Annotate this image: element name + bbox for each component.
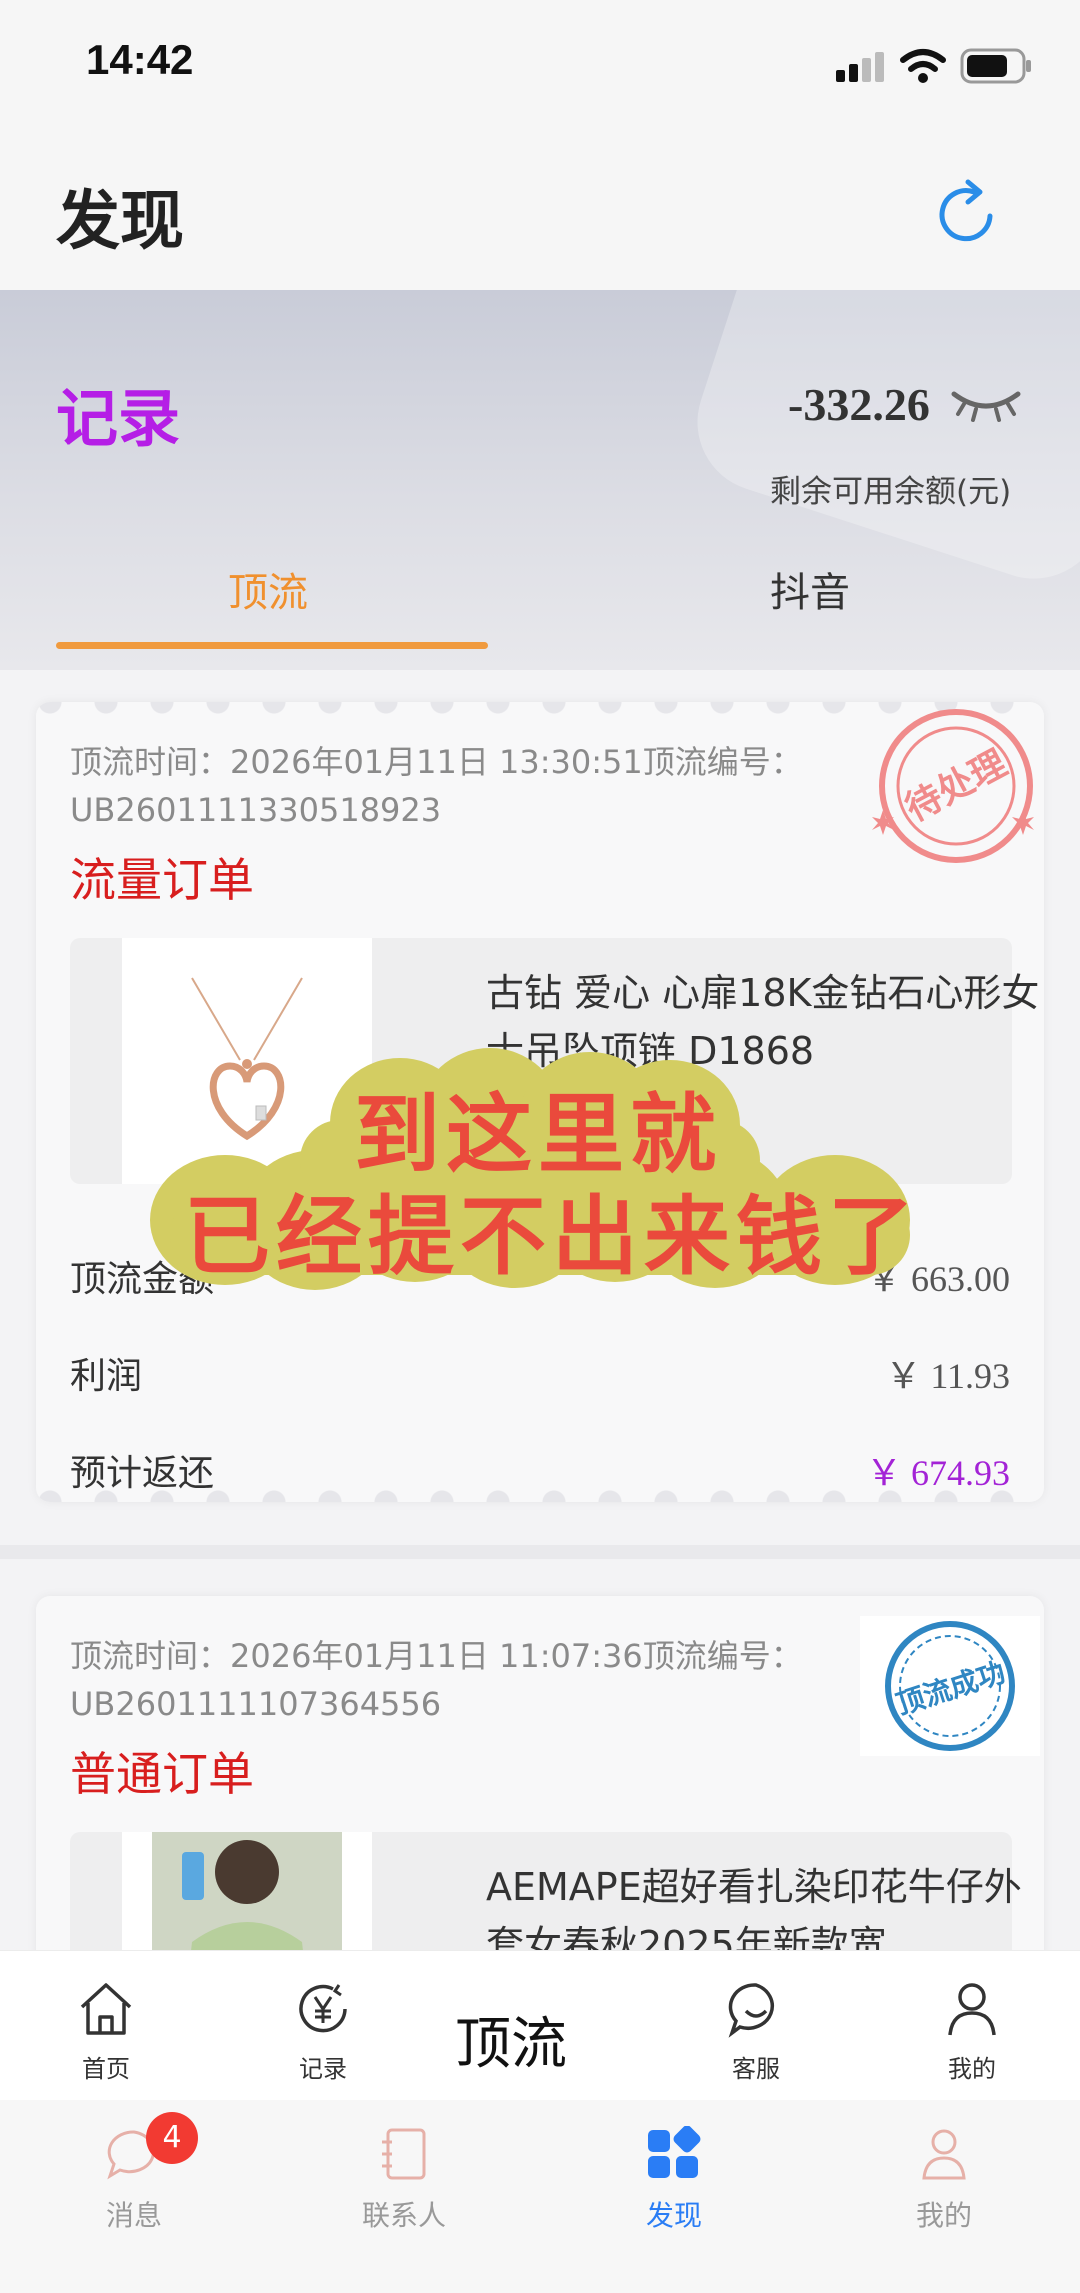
stamp-text: 顶流成功 [892, 1655, 1009, 1721]
order-card[interactable]: 顶流时间：2026年01月11日 13:30:51顶流编号： UB2601111… [36, 702, 1044, 1502]
status-time: 14:42 [86, 36, 194, 83]
battery-icon [960, 48, 1031, 84]
eye-hidden-icon[interactable] [950, 382, 1022, 422]
page-title: 发现 [56, 185, 184, 259]
signal-icon [836, 52, 884, 82]
tab-service-label: 客服 [732, 2055, 780, 2083]
home-icon [80, 1983, 132, 2035]
status-bar: 14:42 [0, 0, 1080, 130]
product-title: 古钻 爱心 心扉18K金钻石心形女士吊坠项链 D1868 [486, 971, 1040, 1073]
tab-contacts[interactable]: 联系人 [324, 2126, 484, 2234]
chat-smile-icon [728, 1983, 774, 2038]
balance-amount: -332.26 [788, 379, 930, 430]
success-stamp-icon: 顶流成功 [885, 1621, 1015, 1751]
stamp-text: 待处理 [899, 743, 1014, 830]
message-badge: 4 [146, 2112, 198, 2164]
tab-discover[interactable]: 发现 [594, 2125, 754, 2234]
order-type: 流量订单 [70, 853, 254, 907]
order-type: 普通订单 [70, 1747, 254, 1801]
profit-label: 利润 [70, 1356, 143, 1397]
tab-contacts-label: 联系人 [361, 2199, 446, 2232]
amount-label: 顶流金额 [70, 1259, 215, 1300]
tab-me[interactable]: 我的 [864, 2126, 1024, 2234]
divider [0, 1545, 1080, 1559]
profit-value: ￥ 11.93 [885, 1356, 1010, 1396]
refresh-icon[interactable] [934, 178, 1002, 248]
person-icon [922, 2129, 966, 2180]
tab-messages-label: 消息 [105, 2199, 162, 2232]
tab-records-label: 记录 [299, 2055, 347, 2083]
order-number: UB2601111107364556 [70, 1685, 442, 1723]
contacts-icon [382, 2128, 426, 2180]
product-item[interactable]: 古钻 爱心 心扉18K金钻石心形女士吊坠项链 D1868 [70, 938, 1039, 1184]
tab-douyin[interactable]: 抖音 [770, 560, 850, 618]
tab-home-label: 首页 [82, 2055, 130, 2083]
person-icon [948, 1983, 996, 2036]
tab-dingliu[interactable]: 顶流 [228, 560, 308, 618]
active-tab-indicator [56, 642, 488, 649]
order-time: 顶流时间：2026年01月11日 11:07:36顶流编号： [70, 1637, 803, 1675]
product-image-necklace [122, 938, 372, 1184]
yen-record-icon [299, 1984, 347, 2033]
discover-icon [648, 2125, 701, 2178]
tab-messages[interactable]: 4 消息 [54, 2112, 214, 2234]
tab-discover-label: 发现 [645, 2199, 702, 2232]
success-stamp: 顶流成功 [860, 1616, 1040, 1756]
nav-header: 发现 [0, 130, 1080, 290]
tab-service[interactable]: 客服 [686, 1979, 826, 2084]
tab-dingliu-center[interactable]: 顶流 [455, 1999, 567, 2080]
order-time: 顶流时间：2026年01月11日 13:30:51顶流编号： [70, 743, 803, 781]
decorative-shape [679, 290, 1080, 597]
records-summary: 记录 -332.26 剩余可用余额(元) 顶流 抖音 [0, 290, 1080, 670]
order-number: UB2601111330518923 [70, 791, 442, 829]
balance-label: 剩余可用余额(元) [770, 474, 1012, 510]
tab-home[interactable]: 首页 [36, 1979, 176, 2084]
tab-mine[interactable]: 我的 [902, 1979, 1042, 2084]
card-scallop-edge [36, 1480, 1044, 1502]
tab-mine-label: 我的 [948, 2055, 996, 2083]
tab-me-label: 我的 [915, 2199, 972, 2232]
records-title: 记录 [56, 382, 181, 455]
necklace-icon [191, 977, 303, 1141]
wifi-icon [900, 49, 946, 83]
pending-stamp: 待处理 [872, 709, 1034, 863]
amount-value: ￥ 663.00 [865, 1259, 1010, 1299]
outer-tab-bar: 4 消息 联系人 发现 我的 [0, 2100, 1080, 2293]
app-tab-bar: 首页 记录 顶流 客服 我的 [0, 1950, 1080, 2101]
tab-records[interactable]: 记录 [253, 1979, 393, 2084]
